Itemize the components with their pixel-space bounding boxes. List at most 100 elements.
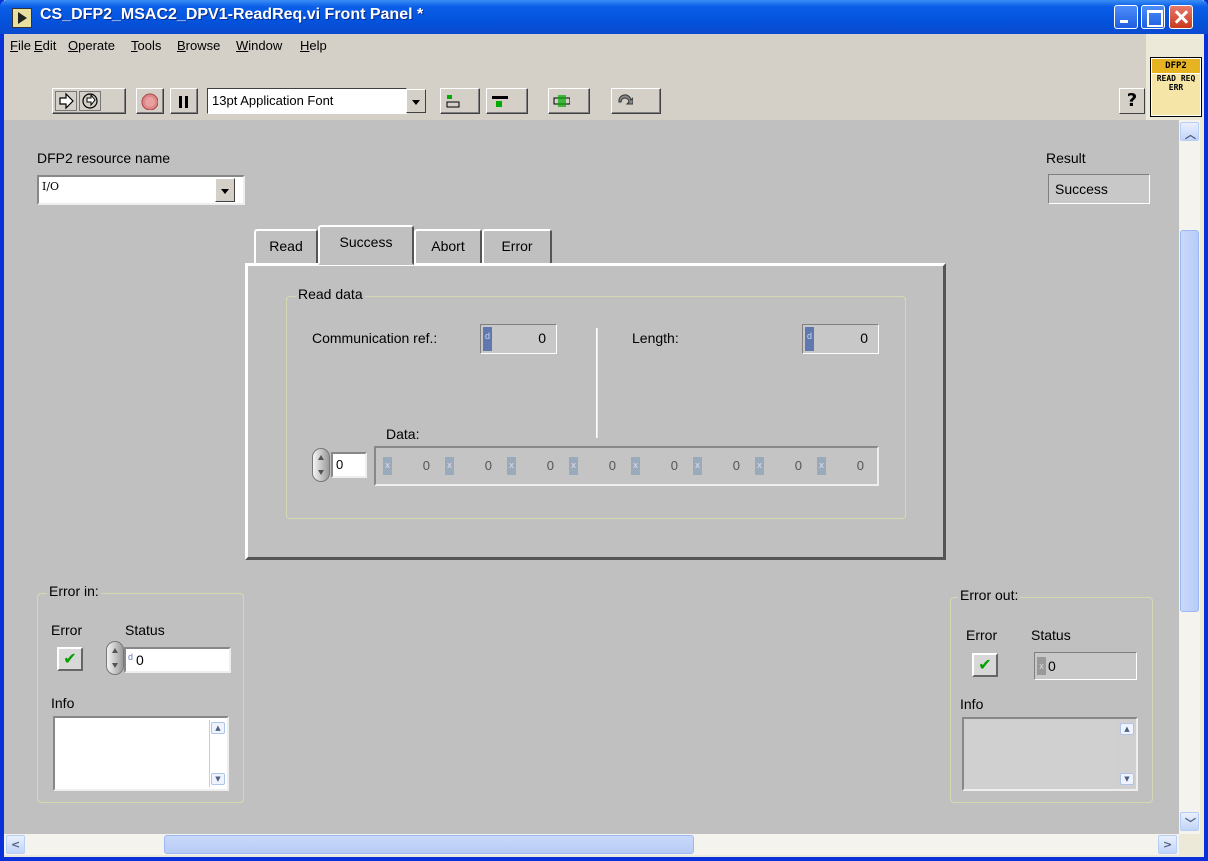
data-element: x0 [755,457,802,475]
close-button[interactable] [1169,5,1193,29]
error-in-status-checkbox[interactable]: ✔ [57,647,83,671]
align-objects-button[interactable] [440,88,480,114]
scroll-down-icon[interactable]: ▼ [211,773,225,785]
comm-ref-indicator: d 0 [480,324,557,354]
font-select[interactable]: 13pt Application Font [207,88,407,114]
tab-abort[interactable]: Abort [414,229,482,263]
error-in-info-scrollbar[interactable]: ▲ ▼ [209,720,225,787]
scroll-down-button[interactable]: ﹀ [1180,812,1199,831]
run-button[interactable] [55,91,77,111]
menu-file[interactable]: File [10,38,31,53]
u8-tag: x [569,457,578,475]
scroll-up-button[interactable]: ︿ [1180,122,1199,141]
tab-error[interactable]: Error [482,229,552,263]
minimize-button[interactable] [1114,5,1138,29]
error-out-info-scrollbar[interactable]: ▲ ▼ [1118,721,1134,787]
vertical-scrollbar[interactable]: ︿ ﹀ [1179,120,1200,834]
tab-page-success: Read data Communication ref.: d 0 Length… [245,263,946,560]
reorder-icon [618,94,633,105]
data-element: x0 [507,457,554,475]
scroll-up-icon[interactable]: ▲ [211,722,225,734]
run-group [52,88,126,114]
tab-success[interactable]: Success [318,225,414,265]
menu-edit[interactable]: Edit [34,38,56,53]
window-title: CS_DFP2_MSAC2_DPV1-ReadReq.vi Front Pane… [40,6,424,23]
reorder-button[interactable] [611,88,661,114]
error-in-info-text[interactable]: ▲ ▼ [53,716,229,791]
labview-vi-icon [12,8,32,28]
chevron-up-icon: ︿ [1185,128,1196,141]
scroll-up-icon[interactable]: ▲ [1120,723,1134,735]
resource-dropdown-arrow[interactable] [215,178,235,202]
resize-objects-button[interactable] [548,88,590,114]
tab-read[interactable]: Read [254,229,318,263]
resource-name-control[interactable]: I/O [37,175,245,205]
length-value: 0 [860,330,868,346]
result-value: Success [1055,181,1108,197]
status-tag: x [1037,657,1046,675]
error-out-status-code: x 0 [1034,652,1137,680]
font-dropdown-arrow[interactable] [406,89,426,113]
chevron-right-icon: > [1163,838,1173,851]
scroll-down-icon[interactable]: ▼ [1120,773,1134,785]
data-array-cells: x0 x0 x0 x0 x0 x0 x0 x0 [379,453,874,479]
array-index-control[interactable]: 0 [331,452,367,478]
abort-button[interactable] [136,88,164,114]
menu-browse[interactable]: Browse [177,38,220,53]
distribute-objects-button[interactable] [486,88,528,114]
error-in-status-code[interactable]: d 0 [124,647,231,673]
data-element: x0 [569,457,616,475]
io-prefix: I/O [42,180,60,193]
u8-tag: x [383,457,392,475]
u8-tag: x [631,457,640,475]
error-out-info-text: ▲ ▼ [962,717,1138,791]
u8-tag: x [507,457,516,475]
title-bar[interactable]: CS_DFP2_MSAC2_DPV1-ReadReq.vi Front Pane… [0,0,1208,34]
scroll-left-button[interactable]: < [6,835,25,854]
u8-tag: x [445,457,454,475]
vertical-scroll-thumb[interactable] [1180,230,1199,612]
run-continuously-icon [82,93,98,109]
error-in-error-label: Error [51,622,83,638]
context-help-button[interactable]: ? [1119,88,1145,114]
error-out-status-value: 0 [1048,658,1056,674]
menu-bar: File Edit Operate Tools Browse Window He… [4,34,1146,56]
data-label: Data: [386,426,420,442]
error-in-status-spinner[interactable] [106,641,124,675]
error-in-info-label: Info [51,695,75,711]
data-element: x0 [631,457,678,475]
pause-icon [179,96,188,108]
error-out-info-label: Info [960,696,984,712]
scroll-right-button[interactable]: > [1158,835,1177,854]
maximize-button[interactable] [1141,5,1165,29]
status-tag: d [128,652,134,662]
vi-connector-icon[interactable]: DFP2 READ REQ ERR [1150,57,1202,117]
array-index-spinner[interactable] [312,448,330,482]
stop-icon [141,93,158,110]
chevron-down-icon: ﹀ [1185,817,1196,830]
result-indicator: Success [1048,174,1150,204]
menu-tools[interactable]: Tools [131,38,161,53]
front-panel: DFP2 resource name I/O Result Success Re… [4,120,1179,834]
error-in-label: Error in: [47,583,101,599]
horizontal-scrollbar[interactable]: < > [4,834,1179,855]
comm-ref-value: 0 [538,330,546,346]
u8-tag: x [817,457,826,475]
data-element: x0 [445,457,492,475]
dbl-tag: d [483,327,492,351]
error-out-label: Error out: [958,587,1021,603]
size-grip[interactable] [1179,834,1200,855]
data-element: x0 [383,457,430,475]
resize-objects-icon [553,95,570,107]
vi-icon-title: DFP2 [1152,59,1200,73]
pause-button[interactable] [170,88,198,114]
run-continuously-button[interactable] [79,91,101,111]
u8-tag: x [755,457,764,475]
menu-operate[interactable]: Operate [68,38,115,53]
cluster-divider [596,328,598,438]
menu-help[interactable]: Help [300,38,327,53]
error-out-status-indicator: ✔ [972,653,998,677]
horizontal-scroll-thumb[interactable] [164,835,694,854]
menu-window[interactable]: Window [236,38,282,53]
vi-icon-text: READ REQ ERR [1152,74,1200,115]
